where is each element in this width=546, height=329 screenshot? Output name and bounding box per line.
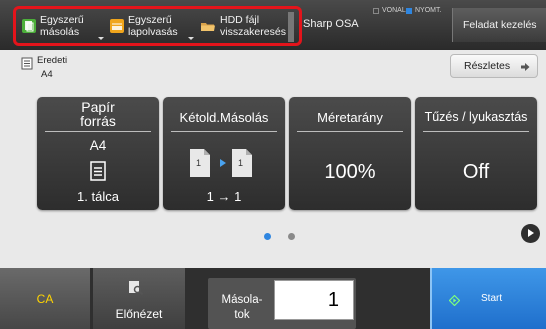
original-document-icon (21, 57, 34, 70)
scroll-marker (288, 12, 294, 42)
chevron-down-icon (188, 37, 194, 40)
tile-paper-source-size: A4 (89, 138, 107, 153)
start-icon (448, 293, 461, 307)
duplex-copy-icon: 1 1 (186, 145, 262, 179)
original-size-value: A4 (41, 69, 53, 80)
tile-divider (45, 131, 151, 132)
chevron-down-icon (98, 37, 104, 40)
start-button[interactable]: Start (430, 268, 546, 329)
shortcut-easy-copy[interactable]: Egyszerű másolás (22, 9, 106, 43)
scan-icon (110, 19, 124, 33)
copies-label: Másola- tok (221, 294, 263, 321)
arrow-right-icon (520, 62, 530, 72)
page-dot-2[interactable] (288, 233, 295, 240)
shortcut-easy-scan[interactable]: Egyszerű lapolvasás (110, 9, 196, 43)
copies-input[interactable] (274, 280, 354, 320)
shortcut-easy-scan-label: Egyszerű lapolvasás (128, 14, 178, 38)
tile-duplex-copy-title: Kétold.Másolás (179, 110, 269, 125)
svg-text:1: 1 (196, 158, 201, 168)
print-status-icon (406, 7, 412, 14)
preview-label: Előnézet (115, 307, 163, 321)
details-button-label: Részletes (464, 60, 511, 72)
shortcut-hdd-file-retrieve-label: HDD fájl visszakeresés (220, 14, 286, 38)
page-dot-1-active[interactable] (264, 233, 271, 240)
original-label: Eredeti (37, 55, 68, 66)
preview-button[interactable]: Előnézet (93, 268, 185, 329)
svg-text:1: 1 (238, 158, 243, 168)
clear-all-button[interactable]: CA (0, 268, 90, 329)
tile-zoom-ratio[interactable]: Méretarány 100% (289, 97, 411, 210)
folder-icon (200, 19, 215, 33)
tile-zoom-ratio-title: Méretarány (317, 110, 383, 125)
line-status-indicator: VONAL (373, 7, 406, 14)
tile-zoom-ratio-value: 100% (324, 161, 376, 183)
tile-staple-punch-title: Tűzés / lyukasztás (424, 110, 528, 124)
job-status-label: Feladat kezelés (463, 19, 537, 31)
next-page-icon[interactable] (521, 224, 540, 243)
shortcut-easy-copy-label: Egyszerű másolás (40, 14, 84, 38)
print-status-label: NYOMT. (415, 7, 442, 14)
start-label: Start (481, 293, 503, 304)
tile-staple-punch-value: Off (462, 161, 490, 183)
paper-tray-icon (89, 161, 107, 181)
job-status-button[interactable]: Feladat kezelés (452, 8, 546, 42)
tile-divider (297, 131, 403, 132)
preview-icon (128, 280, 144, 296)
tile-divider (171, 131, 277, 132)
tile-divider (423, 131, 529, 132)
sharp-osa-button[interactable]: Sharp OSA (303, 18, 359, 30)
shortcut-hdd-file-retrieve[interactable]: HDD fájl visszakeresés (200, 9, 298, 43)
tile-paper-source-tray: 1. tálca (77, 189, 119, 204)
tile-duplex-copy[interactable]: Kétold.Másolás 1 1 1 → 1 (163, 97, 285, 210)
tile-paper-source[interactable]: Papír forrás A4 1. tálca (37, 97, 159, 210)
details-button[interactable]: Részletes (450, 54, 538, 78)
line-status-label: VONAL (382, 7, 406, 14)
tile-staple-punch[interactable]: Tűzés / lyukasztás Off (415, 97, 537, 210)
line-status-icon (373, 7, 379, 14)
clear-all-label: CA (36, 291, 54, 306)
tile-duplex-copy-mode: 1 → 1 (206, 189, 242, 204)
tile-paper-source-title: Papír forrás (80, 99, 116, 129)
print-status-indicator: NYOMT. (406, 7, 441, 14)
copy-icon (22, 19, 36, 33)
